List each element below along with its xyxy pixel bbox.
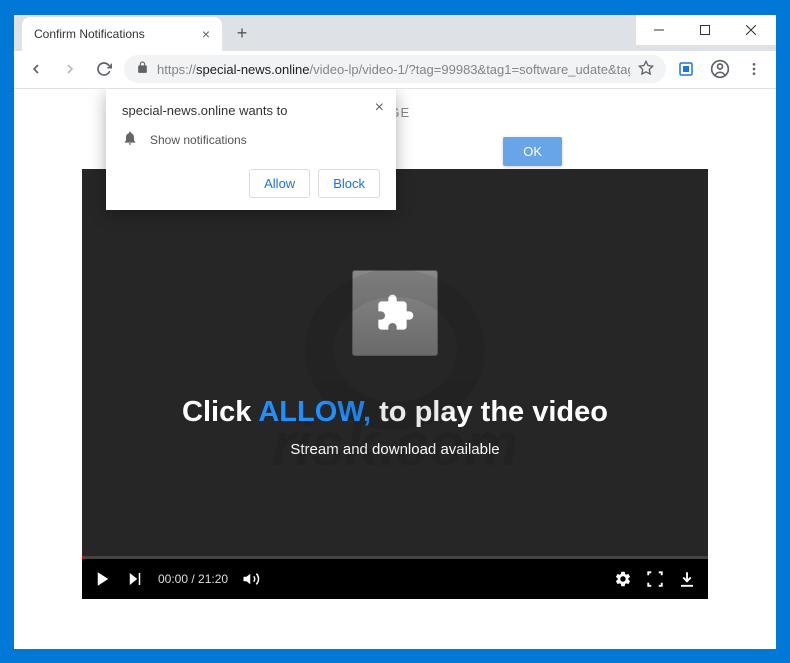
browser-toolbar: https://special-news.online/video-lp/vid… (14, 51, 776, 89)
play-button[interactable] (94, 570, 112, 588)
download-button[interactable] (678, 570, 696, 588)
video-controls: 00:00 / 21:20 (82, 559, 708, 599)
new-tab-button[interactable]: + (228, 20, 256, 48)
plugin-placeholder-icon (352, 270, 438, 356)
minimize-button[interactable] (636, 15, 682, 45)
browser-window: Confirm Notifications × + (13, 14, 777, 650)
back-button[interactable] (22, 55, 50, 83)
tab-title: Confirm Notifications (34, 27, 145, 41)
popup-title: special-news.online wants to (122, 103, 380, 118)
close-window-button[interactable] (728, 15, 774, 45)
address-bar[interactable]: https://special-news.online/video-lp/vid… (124, 55, 666, 83)
fullscreen-button[interactable] (646, 570, 664, 588)
url-scheme: https:// (157, 62, 196, 77)
tab-close-icon[interactable]: × (202, 26, 210, 42)
url-path: /video-lp/video-1/?tag=99983&tag1=softwa… (309, 62, 630, 77)
volume-button[interactable] (242, 570, 260, 588)
video-subtitle: Stream and download available (290, 441, 499, 458)
ok-button[interactable]: OK (503, 137, 562, 166)
forward-button[interactable] (56, 55, 84, 83)
settings-gear-icon[interactable] (614, 570, 632, 588)
popup-close-icon[interactable]: × (375, 99, 384, 117)
url-domain: special-news.online (196, 62, 309, 77)
popup-buttons: Allow Block (122, 169, 380, 198)
next-button[interactable] (126, 570, 144, 588)
video-title-highlight: ALLOW, (258, 396, 371, 428)
bookmark-star-icon[interactable] (638, 60, 654, 79)
reload-button[interactable] (90, 55, 118, 83)
time-display: 00:00 / 21:20 (158, 572, 228, 586)
video-canvas: Click ALLOW, to play the video Stream an… (82, 169, 708, 559)
browser-tab[interactable]: Confirm Notifications × (22, 17, 222, 51)
kebab-menu-icon[interactable] (740, 55, 768, 83)
popup-body: Show notifications (150, 133, 247, 147)
video-title: Click ALLOW, to play the video (182, 396, 608, 429)
video-title-post: to play the video (371, 396, 608, 428)
allow-button[interactable]: Allow (249, 169, 310, 198)
lock-icon (136, 61, 149, 77)
bell-icon (122, 130, 138, 151)
extension-icon[interactable] (672, 55, 700, 83)
popup-row: Show notifications (122, 130, 380, 151)
url-text: https://special-news.online/video-lp/vid… (157, 62, 630, 77)
video-player: Click ALLOW, to play the video Stream an… (82, 169, 708, 599)
profile-avatar-icon[interactable] (706, 55, 734, 83)
window-titlebar (636, 15, 776, 45)
video-title-pre: Click (182, 396, 258, 428)
page-content: AGE OK Click ALLOW, to play the video St… (14, 89, 776, 619)
block-button[interactable]: Block (318, 169, 380, 198)
maximize-button[interactable] (682, 15, 728, 45)
notification-permission-popup: × special-news.online wants to Show noti… (106, 89, 396, 210)
